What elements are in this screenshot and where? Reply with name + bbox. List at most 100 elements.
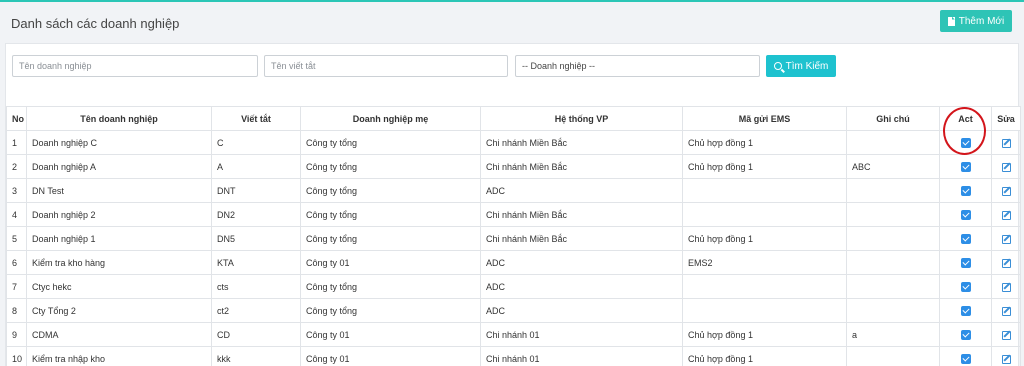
row-number-cell: 5 [6, 226, 27, 251]
top-accent-line [0, 0, 1024, 2]
add-new-button[interactable]: Thêm Mới [940, 10, 1012, 32]
act-column-highlight-circle [943, 107, 986, 155]
parent-company-cell: Công ty tổng [300, 274, 481, 299]
parent-company-cell: Công ty tổng [300, 202, 481, 227]
office-system-cell: ADC [480, 250, 683, 275]
company-select[interactable]: -- Doanh nghiệp -- [515, 55, 760, 77]
edit-icon[interactable] [1001, 330, 1011, 340]
office-system-cell: Chi nhánh Miền Bắc [480, 154, 683, 179]
table-row: 1 Doanh nghiệp C C Công ty tổng Chi nhánh Mi… [6, 130, 1021, 155]
abbreviation-cell: DN5 [211, 226, 301, 251]
column-header-ems: Mã gửi EMS [682, 106, 847, 131]
edit-cell [991, 250, 1021, 275]
edit-icon[interactable] [1001, 258, 1011, 268]
edit-cell [991, 274, 1021, 299]
edit-icon[interactable] [1001, 138, 1011, 148]
note-cell [846, 178, 940, 203]
abbreviation-cell: ct2 [211, 298, 301, 323]
abbreviation-cell: KTA [211, 250, 301, 275]
ems-code-cell [682, 298, 847, 323]
checkbox-icon[interactable] [960, 329, 971, 340]
note-cell [846, 250, 940, 275]
search-button-label: Tìm Kiếm [785, 60, 829, 72]
note-cell [846, 202, 940, 227]
company-name-cell: Doanh nghiệp 2 [26, 202, 212, 227]
edit-icon[interactable] [1001, 306, 1011, 316]
checkbox-icon[interactable] [960, 209, 971, 220]
act-cell [939, 346, 992, 366]
office-system-cell: Chi nhánh Miền Bắc [480, 130, 683, 155]
abbreviation-cell: CD [211, 322, 301, 347]
checkbox-icon[interactable] [960, 161, 971, 172]
table-row: 8 Cty Tổng 2 ct2 Công ty tổng ADC [6, 298, 1021, 323]
office-system-cell: Chi nhánh 01 [480, 346, 683, 366]
parent-company-cell: Công ty 01 [300, 322, 481, 347]
ems-code-cell: Chủ hợp đồng 1 [682, 154, 847, 179]
table-row: 9 CDMA CD Công ty 01 Chi nhánh 01 Chủ hợp đồn… [6, 322, 1021, 347]
company-name-cell: Kiểm tra kho hàng [26, 250, 212, 275]
edit-icon[interactable] [1001, 282, 1011, 292]
note-cell: ABC [846, 154, 940, 179]
ems-code-cell: EMS2 [682, 250, 847, 275]
checkbox-icon[interactable] [960, 257, 971, 268]
office-system-cell: Chi nhánh Miền Bắc [480, 202, 683, 227]
table-row: 5 Doanh nghiệp 1 DN5 Công ty tổng Chi nhánh … [6, 226, 1021, 251]
main-panel: -- Doanh nghiệp -- Tìm Kiếm No Tên doanh… [5, 43, 1021, 366]
checkbox-icon[interactable] [960, 353, 971, 364]
abbreviation-cell: DN2 [211, 202, 301, 227]
ems-code-cell [682, 202, 847, 227]
parent-company-cell: Công ty 01 [300, 346, 481, 366]
ems-code-cell: Chủ hợp đồng 1 [682, 226, 847, 251]
act-cell [939, 322, 992, 347]
ems-code-cell [682, 274, 847, 299]
edit-icon[interactable] [1001, 162, 1011, 172]
table-row: 6 Kiểm tra kho hàng KTA Công ty 01 ADC EMS2 [6, 250, 1021, 275]
row-number-cell: 9 [6, 322, 27, 347]
search-button[interactable]: Tìm Kiếm [766, 55, 836, 77]
edit-cell [991, 298, 1021, 323]
abbreviation-input[interactable] [264, 55, 508, 77]
abbreviation-cell: cts [211, 274, 301, 299]
abbreviation-cell: C [211, 130, 301, 155]
company-name-cell: Ctyc hekc [26, 274, 212, 299]
edit-cell [991, 346, 1021, 366]
row-number-cell: 1 [6, 130, 27, 155]
table-body: 1 Doanh nghiệp C C Công ty tổng Chi nhánh Mi… [6, 130, 1021, 366]
note-cell [846, 346, 940, 366]
abbreviation-cell: kkk [211, 346, 301, 366]
edit-icon[interactable] [1001, 354, 1011, 364]
column-header-edit: Sửa [991, 106, 1021, 131]
edit-icon[interactable] [1001, 186, 1011, 196]
act-cell [939, 226, 992, 251]
act-cell [939, 250, 992, 275]
note-cell [846, 298, 940, 323]
edit-icon[interactable] [1001, 234, 1011, 244]
company-table: No Tên doanh nghiệp Viết tắt Doanh nghiệ… [6, 106, 1021, 366]
company-name-input[interactable] [12, 55, 258, 77]
ems-code-cell [682, 178, 847, 203]
checkbox-icon[interactable] [960, 185, 971, 196]
edit-icon[interactable] [1001, 210, 1011, 220]
act-cell [939, 178, 992, 203]
edit-cell [991, 202, 1021, 227]
document-icon [947, 16, 955, 26]
act-cell [939, 298, 992, 323]
note-cell: a [846, 322, 940, 347]
table-row: 3 DN Test DNT Công ty tổng ADC [6, 178, 1021, 203]
company-name-cell: Doanh nghiệp 1 [26, 226, 212, 251]
row-number-cell: 6 [6, 250, 27, 275]
abbreviation-cell: DNT [211, 178, 301, 203]
parent-company-cell: Công ty 01 [300, 250, 481, 275]
checkbox-icon[interactable] [960, 233, 971, 244]
checkbox-icon[interactable] [960, 305, 971, 316]
abbreviation-cell: A [211, 154, 301, 179]
checkbox-icon[interactable] [960, 281, 971, 292]
edit-cell [991, 178, 1021, 203]
office-system-cell: Chi nhánh Miền Bắc [480, 226, 683, 251]
note-cell [846, 274, 940, 299]
company-name-cell: Kiểm tra nhập kho [26, 346, 212, 366]
row-number-cell: 7 [6, 274, 27, 299]
table-row: 4 Doanh nghiệp 2 DN2 Công ty tổng Chi nhánh … [6, 202, 1021, 227]
office-system-cell: Chi nhánh 01 [480, 322, 683, 347]
parent-company-cell: Công ty tổng [300, 226, 481, 251]
